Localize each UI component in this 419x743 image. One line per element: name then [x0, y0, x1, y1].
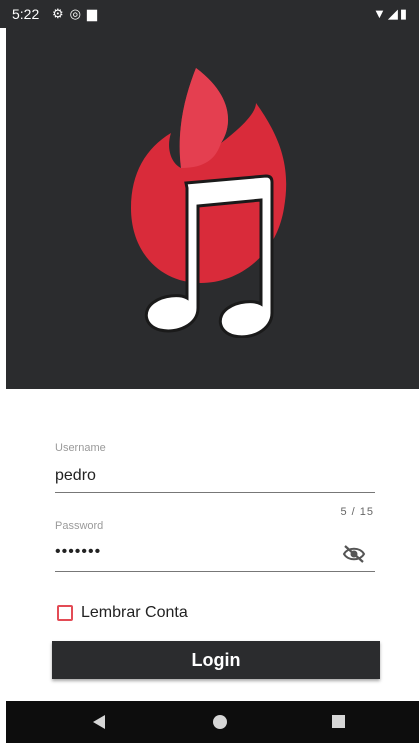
login-form: Username pedro 5 / 15 Password ••••••• L…	[0, 389, 419, 701]
navigation-bar	[6, 701, 419, 743]
password-label: Password	[55, 520, 104, 532]
home-icon[interactable]	[213, 715, 227, 729]
username-underline	[55, 492, 375, 493]
username-input[interactable]: pedro	[55, 467, 96, 485]
back-icon[interactable]	[92, 714, 106, 730]
status-bar: 5:22 ⚙◎▆ ▼◢▮	[0, 0, 419, 28]
wifi-icon: ▼	[372, 6, 388, 21]
battery-icon: ▮	[399, 6, 409, 21]
checkbox-box[interactable]	[57, 605, 73, 621]
remember-account-label: Lembrar Conta	[81, 604, 188, 621]
eye-off-icon[interactable]	[342, 544, 366, 564]
flame-music-note-logo	[131, 68, 287, 338]
recents-icon[interactable]	[332, 715, 345, 728]
username-label: Username	[55, 442, 106, 454]
gear-icon: ⚙	[52, 6, 70, 21]
signal-icon: ◢	[387, 6, 400, 21]
remember-account-checkbox[interactable]: Lembrar Conta	[57, 604, 188, 622]
password-input[interactable]: •••••••	[55, 543, 101, 561]
status-time: 5:22	[12, 6, 40, 22]
vpn-icon: ◎	[69, 6, 87, 21]
status-icons-left: ⚙◎▆	[52, 6, 103, 22]
username-char-counter: 5 / 15	[340, 506, 374, 518]
sd-card-icon: ▆	[87, 6, 103, 21]
hero-banner	[6, 28, 419, 389]
status-icons-right: ▼◢▮	[373, 6, 409, 22]
login-button[interactable]: Login	[52, 641, 380, 679]
password-underline	[55, 571, 375, 572]
